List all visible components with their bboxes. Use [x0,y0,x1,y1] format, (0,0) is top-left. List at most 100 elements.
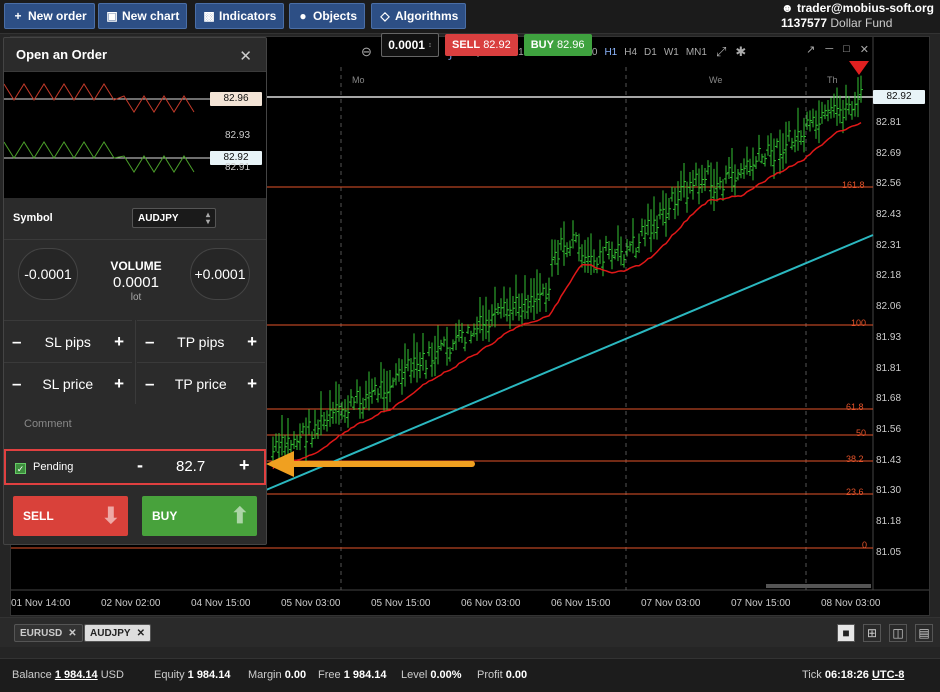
chart-scrollbar [766,584,871,588]
margin-value: 0.00 [284,669,307,681]
sl-price-plus-button[interactable]: + [114,374,124,394]
balance-label: Balance [12,669,52,681]
zoom-out-icon[interactable]: ⊖ [361,44,372,60]
detach-icon[interactable]: ↗ [806,43,815,56]
price-axis-label: 82.06 [876,301,902,312]
timeframe-mn1[interactable]: MN1 [686,47,707,58]
time-axis-label: 04 Nov 15:00 [191,598,251,609]
symbol-value: AUDJPY [138,212,179,224]
fib-label-161-8: 161.8 [842,180,865,190]
margin-label: Margin [248,669,282,681]
sl-pips-minus-button[interactable]: – [12,332,21,352]
price-axis-label: 82.81 [876,117,902,128]
tp-pips-minus-button[interactable]: – [145,332,154,352]
quick-sell-button[interactable]: SELL 82.92 [445,34,518,56]
close-tab-icon[interactable]: ✕ [68,628,76,639]
quick-quantity-value: 0.0001 [388,38,425,52]
sl-price-control: – SL price + [4,362,132,404]
buy-button[interactable]: BUY ⬆ [142,496,257,536]
free-value: 1 984.14 [343,669,387,681]
sl-price-minus-button[interactable]: – [12,374,21,394]
tp-price-plus-button[interactable]: + [247,374,257,394]
trading-app: + New order ▣ New chart ▩ Indicators ● Objec… [0,0,940,692]
new-chart-button[interactable]: ▣ New chart [98,3,188,29]
timezone[interactable]: UTC-8 [872,669,904,681]
objects-button[interactable]: ● Objects [289,3,366,29]
close-tab-icon[interactable]: ✕ [137,628,145,639]
symbol-tab-eurusd[interactable]: EURUSD ✕ [14,624,83,642]
timeframe-d1[interactable]: D1 [644,47,657,58]
layout-grid-icon[interactable]: ⊞ [863,624,881,642]
timeframe-h4[interactable]: H4 [624,47,637,58]
quick-quantity-input[interactable]: 0.0001 ↕ [381,33,439,57]
crosshair-icon[interactable]: ⤢ [716,44,726,60]
fib-label-100: 100 [851,318,867,328]
account-number: 1137577 [780,16,828,30]
price-axis-label: 81.93 [876,332,902,343]
balance-value: 1 984.14 [54,669,98,681]
sltp-divider [135,320,136,404]
price-axis-label: 82.18 [876,270,902,281]
timeframe-w1[interactable]: W1 [664,47,679,58]
free-label: Free [318,669,341,681]
close-icon[interactable]: ✕ [860,43,869,56]
level-value: 0.00% [430,669,462,681]
free-status: Free 1 984.14 [318,669,387,681]
top-toolbar: + New order ▣ New chart ▩ Indicators ● Objec… [0,0,940,34]
symbol-select[interactable]: AUDJPY ▴ ▾ [132,208,216,228]
fib-label-0: 0 [862,540,868,550]
price-axis-label: 81.30 [876,485,902,496]
tp-price-label: TP price [174,375,227,392]
spin-icon: ↕ [428,41,432,49]
close-order-panel-icon[interactable]: ✕ [239,47,252,65]
quick-buy-button[interactable]: BUY 82.96 [523,34,592,56]
bar-chart-icon: ▩ [203,9,215,23]
user-icon: ☻ [780,1,794,15]
layout-columns-icon[interactable]: ◫ [889,624,907,642]
timeframe-h1[interactable]: H1 [604,47,617,58]
price-axis-label: 81.43 [876,455,902,466]
sell-button[interactable]: SELL ⬇ [13,496,128,536]
account-status-bar: Balance 1 984.14 USD Equity 1 984.14 Mar… [0,658,940,692]
settings-icon[interactable]: ✱ [735,44,746,60]
symbol-tabs-bar: EURUSD ✕ AUDJPY ✕ ■ ⊞ ◫ ▤ [0,617,940,647]
price-axis-label: 82.56 [876,178,902,189]
time-axis-label: 08 Nov 03:00 [821,598,881,609]
layout-rows-icon[interactable]: ▤ [915,624,933,642]
volume-value[interactable]: 0.0001 [88,274,184,291]
price-axis-label: 81.68 [876,393,902,404]
tp-pips-plus-button[interactable]: + [247,332,257,352]
minimize-icon[interactable]: ─ [825,43,833,56]
maximize-icon[interactable]: □ [843,43,850,56]
layout-single-icon[interactable]: ■ [837,624,855,642]
pending-checkbox[interactable]: ✓ [15,463,26,474]
spin-arrows-icon: ▴ ▾ [205,210,210,226]
volume-decrease-button[interactable]: -0.0001 [18,248,78,300]
account-info[interactable]: ☻ trader@mobius-soft.org 1137577 Dollar … [781,1,934,31]
pending-price-plus-button[interactable]: + [239,455,250,476]
quick-sell-label: SELL [452,39,481,51]
comment-field[interactable]: Comment [24,418,72,430]
tp-price-control: – TP price + [137,362,265,404]
indicators-button[interactable]: ▩ Indicators [195,3,285,29]
sell-button-label: SELL [23,509,54,523]
order-panel-title: Open an Order [4,38,266,72]
buy-button-label: BUY [152,509,178,523]
sl-pips-plus-button[interactable]: + [114,332,124,352]
profit-status: Profit 0.00 [477,669,527,681]
tp-price-minus-button[interactable]: – [145,374,154,394]
tick-label: Tick [802,669,822,681]
chart-window-controls: ↗ ─ □ ✕ [806,43,869,56]
time-axis-label: 07 Nov 15:00 [731,598,791,609]
equity-value: 1 984.14 [187,669,231,681]
algorithms-button[interactable]: ◇ Algorithms [371,3,467,29]
quick-sell-price: 82.92 [483,39,511,51]
time-axis-label: 06 Nov 03:00 [461,598,521,609]
volume-increase-button[interactable]: +0.0001 [190,248,250,300]
symbol-tab-audjpy[interactable]: AUDJPY ✕ [84,624,151,642]
pending-price-minus-button[interactable]: - [137,455,143,476]
quick-buy-label: BUY [530,39,554,51]
tp-pips-control: – TP pips + [137,320,265,362]
pending-price-value[interactable]: 82.7 [176,458,205,475]
new-order-button[interactable]: + New order [4,3,95,29]
